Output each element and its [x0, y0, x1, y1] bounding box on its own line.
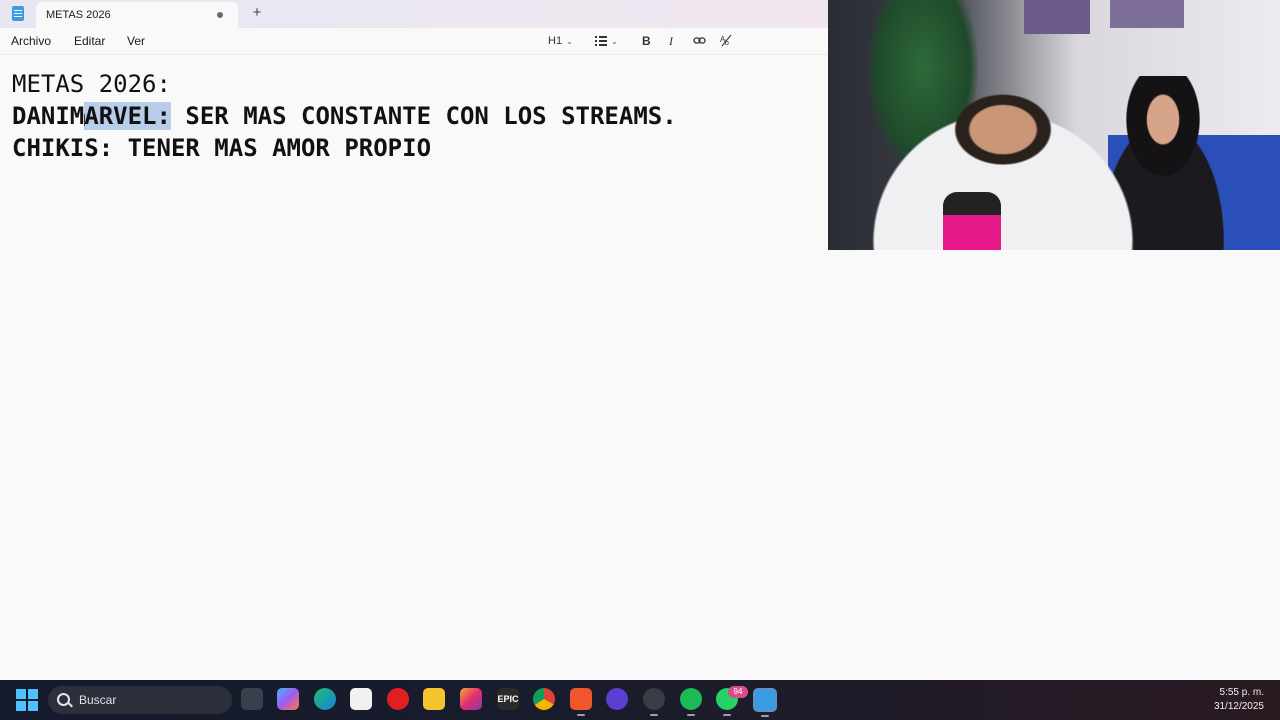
edge-icon[interactable]	[314, 688, 336, 710]
microphone	[943, 192, 1001, 250]
copilot-icon[interactable]	[277, 688, 299, 710]
store-icon[interactable]	[350, 688, 372, 710]
spotify-icon[interactable]	[680, 688, 702, 716]
italic-button[interactable]: I	[669, 34, 673, 48]
line-2-text-before: DANIM	[12, 102, 85, 130]
document-editor[interactable]: METAS 2026: DANIMARVEL: SER MAS CONSTANT…	[12, 68, 812, 164]
menu-bar: Archivo Editar Ver H1 ⌄ ⌄ B I A b	[0, 28, 828, 55]
tab-metas-2026[interactable]: METAS 2026	[36, 2, 238, 28]
epic-games-icon[interactable]: EPIC	[497, 688, 519, 710]
windows-start-button[interactable]	[16, 689, 38, 711]
notepad-taskbar-icon[interactable]	[753, 688, 777, 717]
list-icon	[595, 36, 607, 47]
document-line-3: CHIKIS: TENER MAS AMOR PROPIO	[12, 134, 432, 162]
brave-icon[interactable]	[570, 688, 592, 716]
title-bar: METAS 2026 +	[0, 0, 828, 28]
bold-button[interactable]: B	[642, 34, 651, 48]
webcam-overlay	[828, 0, 1280, 250]
obs-studio-icon[interactable]	[643, 688, 665, 716]
whatsapp-notification-badge: 94	[728, 686, 748, 698]
system-clock[interactable]: 5:55 p. m. 31/12/2025	[1214, 686, 1264, 714]
clock-time: 5:55 p. m.	[1219, 687, 1264, 698]
chrome-icon[interactable]	[533, 688, 555, 710]
document-line-1: METAS 2026:	[12, 70, 171, 98]
taskbar-search[interactable]: Buscar	[48, 686, 232, 714]
document-line-2: DANIMARVEL: SER MAS CONSTANTE CON LOS ST…	[12, 100, 812, 132]
spellcheck-icon: A b	[720, 34, 732, 47]
wall-shelf	[1110, 0, 1184, 28]
spellcheck-button[interactable]: A b	[720, 34, 734, 48]
chevron-down-icon: ⌄	[611, 37, 618, 46]
task-view-icon[interactable]	[241, 688, 263, 710]
instagram-icon[interactable]	[460, 688, 482, 710]
notepad-app-icon	[12, 6, 24, 21]
taskbar: Buscar EPIC 5:55 p. m. 31/12/2025	[0, 680, 1280, 720]
text-cursor-icon	[84, 114, 91, 126]
unsaved-dot-icon[interactable]	[217, 12, 223, 18]
menu-ver[interactable]: Ver	[127, 34, 145, 48]
menu-archivo[interactable]: Archivo	[11, 34, 51, 48]
chevron-down-icon: ⌄	[566, 37, 573, 46]
new-tab-button[interactable]: +	[250, 4, 264, 21]
menu-editar[interactable]: Editar	[74, 34, 105, 48]
link-icon	[693, 37, 706, 44]
wall-poster	[1024, 0, 1090, 34]
obs-icon[interactable]	[606, 688, 628, 710]
clock-date: 31/12/2025	[1213, 701, 1264, 712]
file-explorer-icon[interactable]	[423, 688, 445, 710]
youtube-music-icon[interactable]	[387, 688, 409, 710]
heading-label: H1	[548, 35, 563, 47]
list-dropdown[interactable]: ⌄	[595, 34, 618, 48]
link-button[interactable]	[693, 34, 707, 48]
search-icon	[57, 693, 70, 706]
line-2-text-after: SER MAS CONSTANTE CON LOS STREAMS.	[170, 102, 677, 130]
tab-title: METAS 2026	[46, 9, 111, 21]
search-placeholder: Buscar	[79, 693, 117, 707]
streamer-man	[868, 78, 1168, 250]
heading-dropdown[interactable]: H1 ⌄	[548, 34, 573, 48]
selected-text: ARVEL:	[84, 102, 171, 130]
